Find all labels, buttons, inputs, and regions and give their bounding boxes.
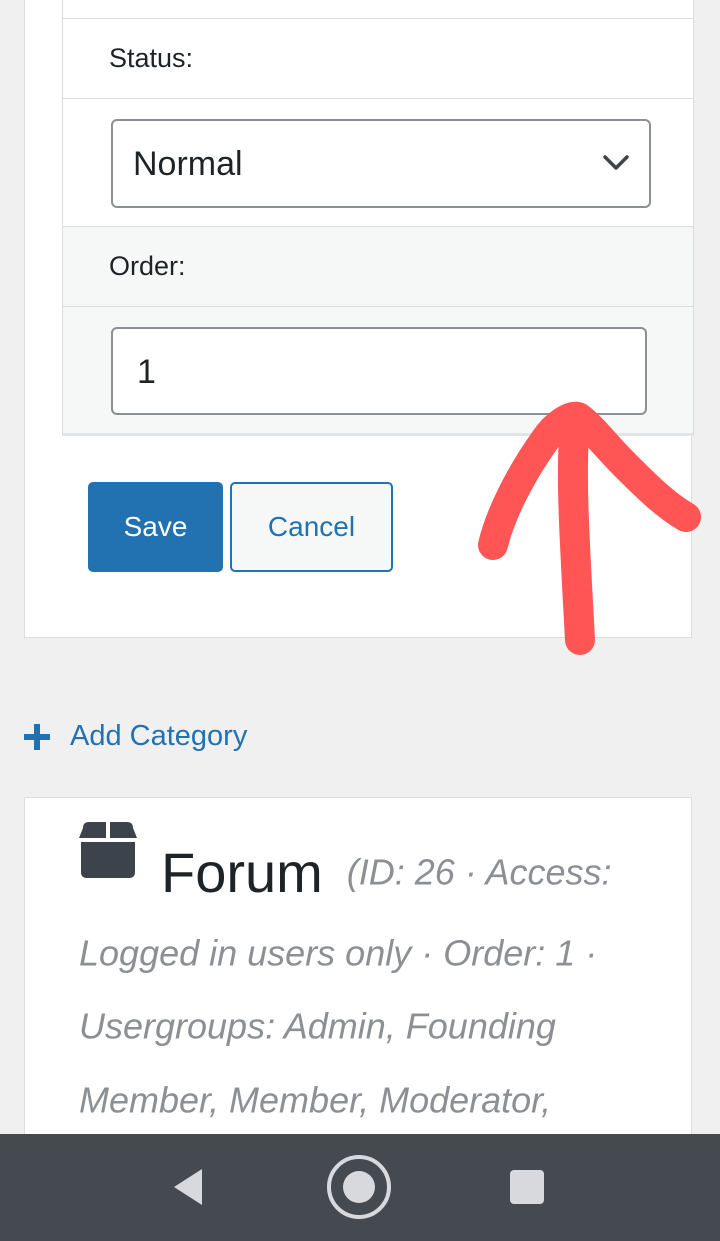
- order-label-row: Order:: [62, 226, 694, 307]
- cancel-button[interactable]: Cancel: [230, 482, 393, 572]
- table-row: [62, 0, 694, 19]
- box-icon: [79, 822, 137, 910]
- home-icon[interactable]: [326, 1154, 392, 1220]
- add-category-link[interactable]: Add Category: [22, 720, 247, 753]
- plus-icon: [22, 722, 52, 752]
- save-button[interactable]: Save: [88, 482, 223, 572]
- status-select-value: Normal: [133, 145, 243, 183]
- add-category-label: Add Category: [70, 720, 248, 752]
- forum-title: Forum: [161, 840, 323, 904]
- android-navigation-bar: [0, 1134, 720, 1241]
- order-input-value: 1: [137, 353, 156, 391]
- annotation-arrow-icon: [478, 401, 701, 655]
- status-select[interactable]: Normal: [111, 119, 651, 208]
- forum-header: Forum (ID: 26 · Access: Logged in users o…: [79, 822, 659, 1136]
- back-icon[interactable]: [155, 1154, 221, 1220]
- forum-meta: (ID: 26 · Access: Logged in users only ·…: [79, 851, 612, 1120]
- recents-icon[interactable]: [494, 1154, 560, 1220]
- chevron-down-icon: [603, 155, 629, 176]
- order-label: Order:: [109, 251, 186, 281]
- status-label-row: Status:: [62, 18, 694, 99]
- status-field-row: Normal: [62, 98, 694, 227]
- status-label: Status:: [109, 43, 194, 73]
